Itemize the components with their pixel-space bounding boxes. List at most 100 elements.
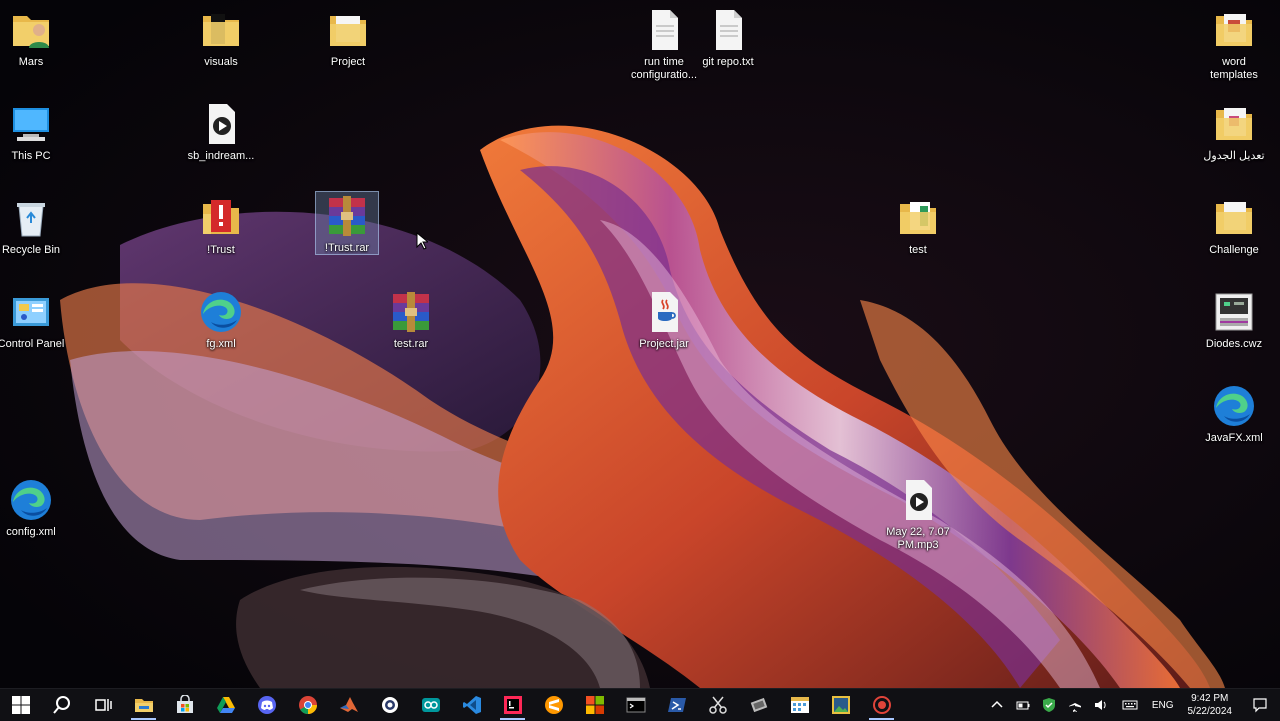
taskbar-image-viewer[interactable] <box>820 689 861 721</box>
desktop-icon-label: sb_indream... <box>187 150 255 162</box>
battery-icon <box>1016 701 1030 710</box>
desktop-icon-edit-table[interactable]: تعديل الجدول <box>1196 100 1272 163</box>
desktop-icon-git-repo[interactable]: git repo.txt <box>690 6 766 69</box>
desktop-icon-test-rar[interactable]: test.rar <box>373 288 449 351</box>
desktop-icon-control-panel[interactable]: Control Panel <box>0 288 69 351</box>
desktop-icon-trust-rar[interactable]: !Trust.rar <box>315 191 379 255</box>
taskbar-tool[interactable] <box>738 689 779 721</box>
airplane-mode-icon <box>1068 698 1081 712</box>
notification-center-button[interactable] <box>1240 689 1280 721</box>
desktop-icon-label: Project.jar <box>639 338 689 350</box>
desktop-icon-config-xml[interactable]: config.xml <box>0 476 69 539</box>
desktop-icon-label: Project <box>330 56 366 68</box>
desktop-icon-label: تعديل الجدول <box>1203 150 1265 162</box>
tray-battery[interactable] <box>1010 689 1036 721</box>
windows-start-icon <box>11 696 30 714</box>
warning-folder-icon <box>203 200 239 234</box>
desktop-icon-project[interactable]: Project <box>310 6 386 69</box>
desktop-icon-label: Diodes.cwz <box>1205 338 1263 350</box>
desktop-icon-diodes-cwz[interactable]: Diodes.cwz <box>1196 288 1272 351</box>
mouse-pointer-icon <box>416 232 428 250</box>
tray-network[interactable] <box>1062 689 1088 721</box>
media-file-icon <box>209 104 235 144</box>
taskbar-recorder[interactable] <box>861 689 902 721</box>
search-icon <box>52 696 70 714</box>
chevron-up-icon <box>991 700 1003 708</box>
taskbar-terminal[interactable] <box>615 689 656 721</box>
folder-icon <box>1216 202 1252 234</box>
arduino-icon <box>421 698 440 712</box>
recycle-bin-icon <box>17 203 45 237</box>
taskbar: ENG 9:42 PM 5/22/2024 <box>0 688 1280 721</box>
desktop-icon-word-templates[interactable]: word templates <box>1196 6 1272 82</box>
folder-icon <box>900 202 936 234</box>
user-folder-icon <box>13 16 49 48</box>
taskbar-arduino[interactable] <box>410 689 451 721</box>
settings-app-icon <box>381 697 398 713</box>
desktop-icon-javafx-xml[interactable]: JavaFX.xml <box>1196 382 1272 445</box>
java-icon <box>652 292 678 332</box>
desktop-icon-mp3[interactable]: May 22, 7.07 PM.mp3 <box>880 476 956 552</box>
desktop-icon-this-pc[interactable]: This PC <box>0 100 69 163</box>
notification-icon <box>1253 698 1267 713</box>
desktop-icon-label: fg.xml <box>206 338 236 350</box>
taskbar-microsoft-store[interactable] <box>164 689 205 721</box>
taskbar-settings-app[interactable] <box>369 689 410 721</box>
discord-icon <box>257 696 276 714</box>
file-explorer-icon <box>134 699 153 712</box>
clock-time: 9:42 PM <box>1191 693 1229 704</box>
chrome-icon <box>298 696 317 714</box>
desktop-icon-label: test.rar <box>393 338 429 350</box>
tray-touch-keyboard[interactable] <box>1114 689 1146 721</box>
taskbar-powershell[interactable] <box>656 689 697 721</box>
taskbar-vscode[interactable] <box>451 689 492 721</box>
desktop-icon-sb-indream[interactable]: sb_indream... <box>183 100 259 163</box>
desktop-icon-label: git repo.txt <box>702 56 754 68</box>
edge-icon <box>1214 386 1254 426</box>
desktop-icon-label: !Trust <box>207 244 235 256</box>
recorder-icon <box>872 696 891 714</box>
input-language[interactable]: ENG <box>1146 700 1180 711</box>
image-viewer-icon <box>831 696 850 714</box>
taskbar-matlab[interactable] <box>328 689 369 721</box>
task-view-button[interactable] <box>82 689 123 721</box>
google-drive-icon <box>216 697 235 713</box>
folder-icon <box>203 14 239 46</box>
desktop-icon-label: Control Panel <box>0 338 65 350</box>
taskbar-file-explorer[interactable] <box>123 689 164 721</box>
desktop-icon-fg-xml[interactable]: fg.xml <box>183 288 259 351</box>
taskbar-intellij[interactable] <box>492 689 533 721</box>
text-file-icon <box>652 10 678 50</box>
rar-archive-icon <box>329 196 365 236</box>
desktop-icon-trust-folder[interactable]: !Trust <box>183 194 259 257</box>
desktop-icon-challenge[interactable]: Challenge <box>1196 194 1272 257</box>
tray-volume[interactable] <box>1088 689 1114 721</box>
powershell-icon <box>667 698 686 712</box>
text-file-icon <box>716 10 742 50</box>
show-hidden-icons-button[interactable] <box>984 689 1010 721</box>
taskbar-office[interactable] <box>574 689 615 721</box>
taskbar-clock[interactable]: 9:42 PM 5/22/2024 <box>1180 692 1241 718</box>
desktop-icon-recycle-bin[interactable]: Recycle Bin <box>0 194 69 257</box>
desktop-icon-project-jar[interactable]: Project.jar <box>626 288 702 351</box>
start-button[interactable] <box>0 689 41 721</box>
terminal-icon <box>626 697 645 713</box>
taskbar-chrome[interactable] <box>287 689 328 721</box>
taskbar-discord[interactable] <box>246 689 287 721</box>
vscode-icon <box>462 696 481 714</box>
desktop-icon-mars[interactable]: Mars <box>0 6 69 69</box>
tray-security[interactable] <box>1036 689 1062 721</box>
taskbar-sublime[interactable] <box>533 689 574 721</box>
desktop-icon-label: !Trust.rar <box>324 242 370 254</box>
task-view-icon <box>94 699 112 711</box>
taskbar-google-drive[interactable] <box>205 689 246 721</box>
computer-icon <box>13 108 49 141</box>
taskbar-snipping-tool[interactable] <box>697 689 738 721</box>
control-panel-icon <box>13 298 49 326</box>
taskbar-calendar-app[interactable] <box>779 689 820 721</box>
desktop-icon-test-folder[interactable]: test <box>880 194 956 257</box>
search-button[interactable] <box>41 689 82 721</box>
desktop-icon-visuals[interactable]: visuals <box>183 6 259 69</box>
desktop-icon-label: JavaFX.xml <box>1205 432 1263 444</box>
desktop-icon-label: Mars <box>18 56 44 68</box>
